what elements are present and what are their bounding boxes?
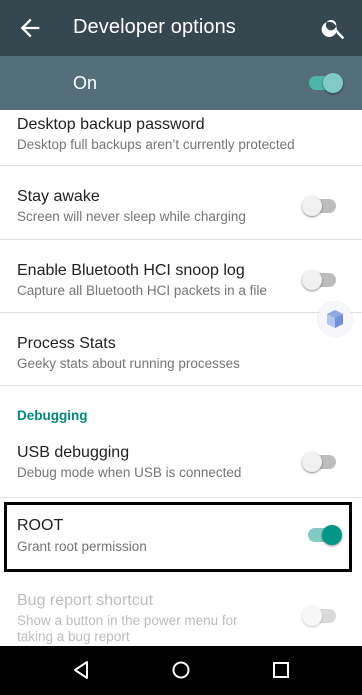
toggle-thumb — [302, 196, 322, 216]
arrow-back-icon[interactable] — [16, 14, 44, 42]
setting-process-stats[interactable]: Process Stats Geeky stats about running … — [0, 313, 362, 385]
toggle-thumb — [302, 270, 322, 290]
divider — [0, 385, 362, 386]
setting-summary: Geeky stats about running processes — [17, 356, 240, 371]
search-icon[interactable] — [320, 14, 348, 42]
setting-summary: Desktop full backups aren’t currently pr… — [17, 137, 295, 152]
nav-home-icon[interactable] — [169, 658, 193, 682]
toggle-thumb — [323, 73, 343, 93]
system-nav-bar — [0, 646, 362, 695]
setting-bug-report-shortcut: Bug report shortcut Show a button in the… — [0, 578, 362, 646]
usb-debugging-toggle[interactable] — [302, 452, 338, 472]
nav-recents-icon[interactable] — [269, 658, 293, 682]
toggle-thumb — [302, 452, 322, 472]
highlight-box — [4, 502, 352, 572]
setting-title: Stay awake — [17, 188, 100, 205]
nav-back-icon[interactable] — [69, 658, 93, 682]
stay-awake-toggle[interactable] — [302, 196, 338, 216]
app-bar: Developer options — [0, 0, 362, 56]
bug-report-toggle — [302, 606, 338, 626]
toggle-thumb — [302, 606, 322, 626]
bluetooth-hci-toggle[interactable] — [302, 270, 338, 290]
setting-title: Bug report shortcut — [17, 592, 154, 609]
section-header-debugging: Debugging — [17, 408, 88, 423]
master-toggle[interactable] — [307, 73, 343, 93]
master-switch-bar[interactable]: On — [0, 56, 362, 110]
setting-title: Desktop backup password — [17, 116, 205, 133]
page-title: Developer options — [73, 16, 236, 38]
setting-title: USB debugging — [17, 444, 130, 461]
setting-bluetooth-hci-snoop-log[interactable]: Enable Bluetooth HCI snoop log Capture a… — [0, 240, 362, 312]
setting-summary-line2: taking a bug report — [17, 629, 130, 644]
setting-title: Enable Bluetooth HCI snoop log — [17, 262, 245, 279]
setting-title: Process Stats — [17, 335, 116, 352]
setting-usb-debugging[interactable]: USB debugging Debug mode when USB is con… — [0, 425, 362, 497]
setting-summary: Debug mode when USB is connected — [17, 465, 242, 480]
setting-desktop-backup-password[interactable]: Desktop backup password Desktop full bac… — [0, 110, 362, 164]
master-switch-label: On — [73, 73, 98, 93]
setting-summary: Screen will never sleep while charging — [17, 209, 246, 224]
setting-stay-awake[interactable]: Stay awake Screen will never sleep while… — [0, 166, 362, 238]
setting-summary: Capture all Bluetooth HCI packets in a f… — [17, 283, 267, 298]
